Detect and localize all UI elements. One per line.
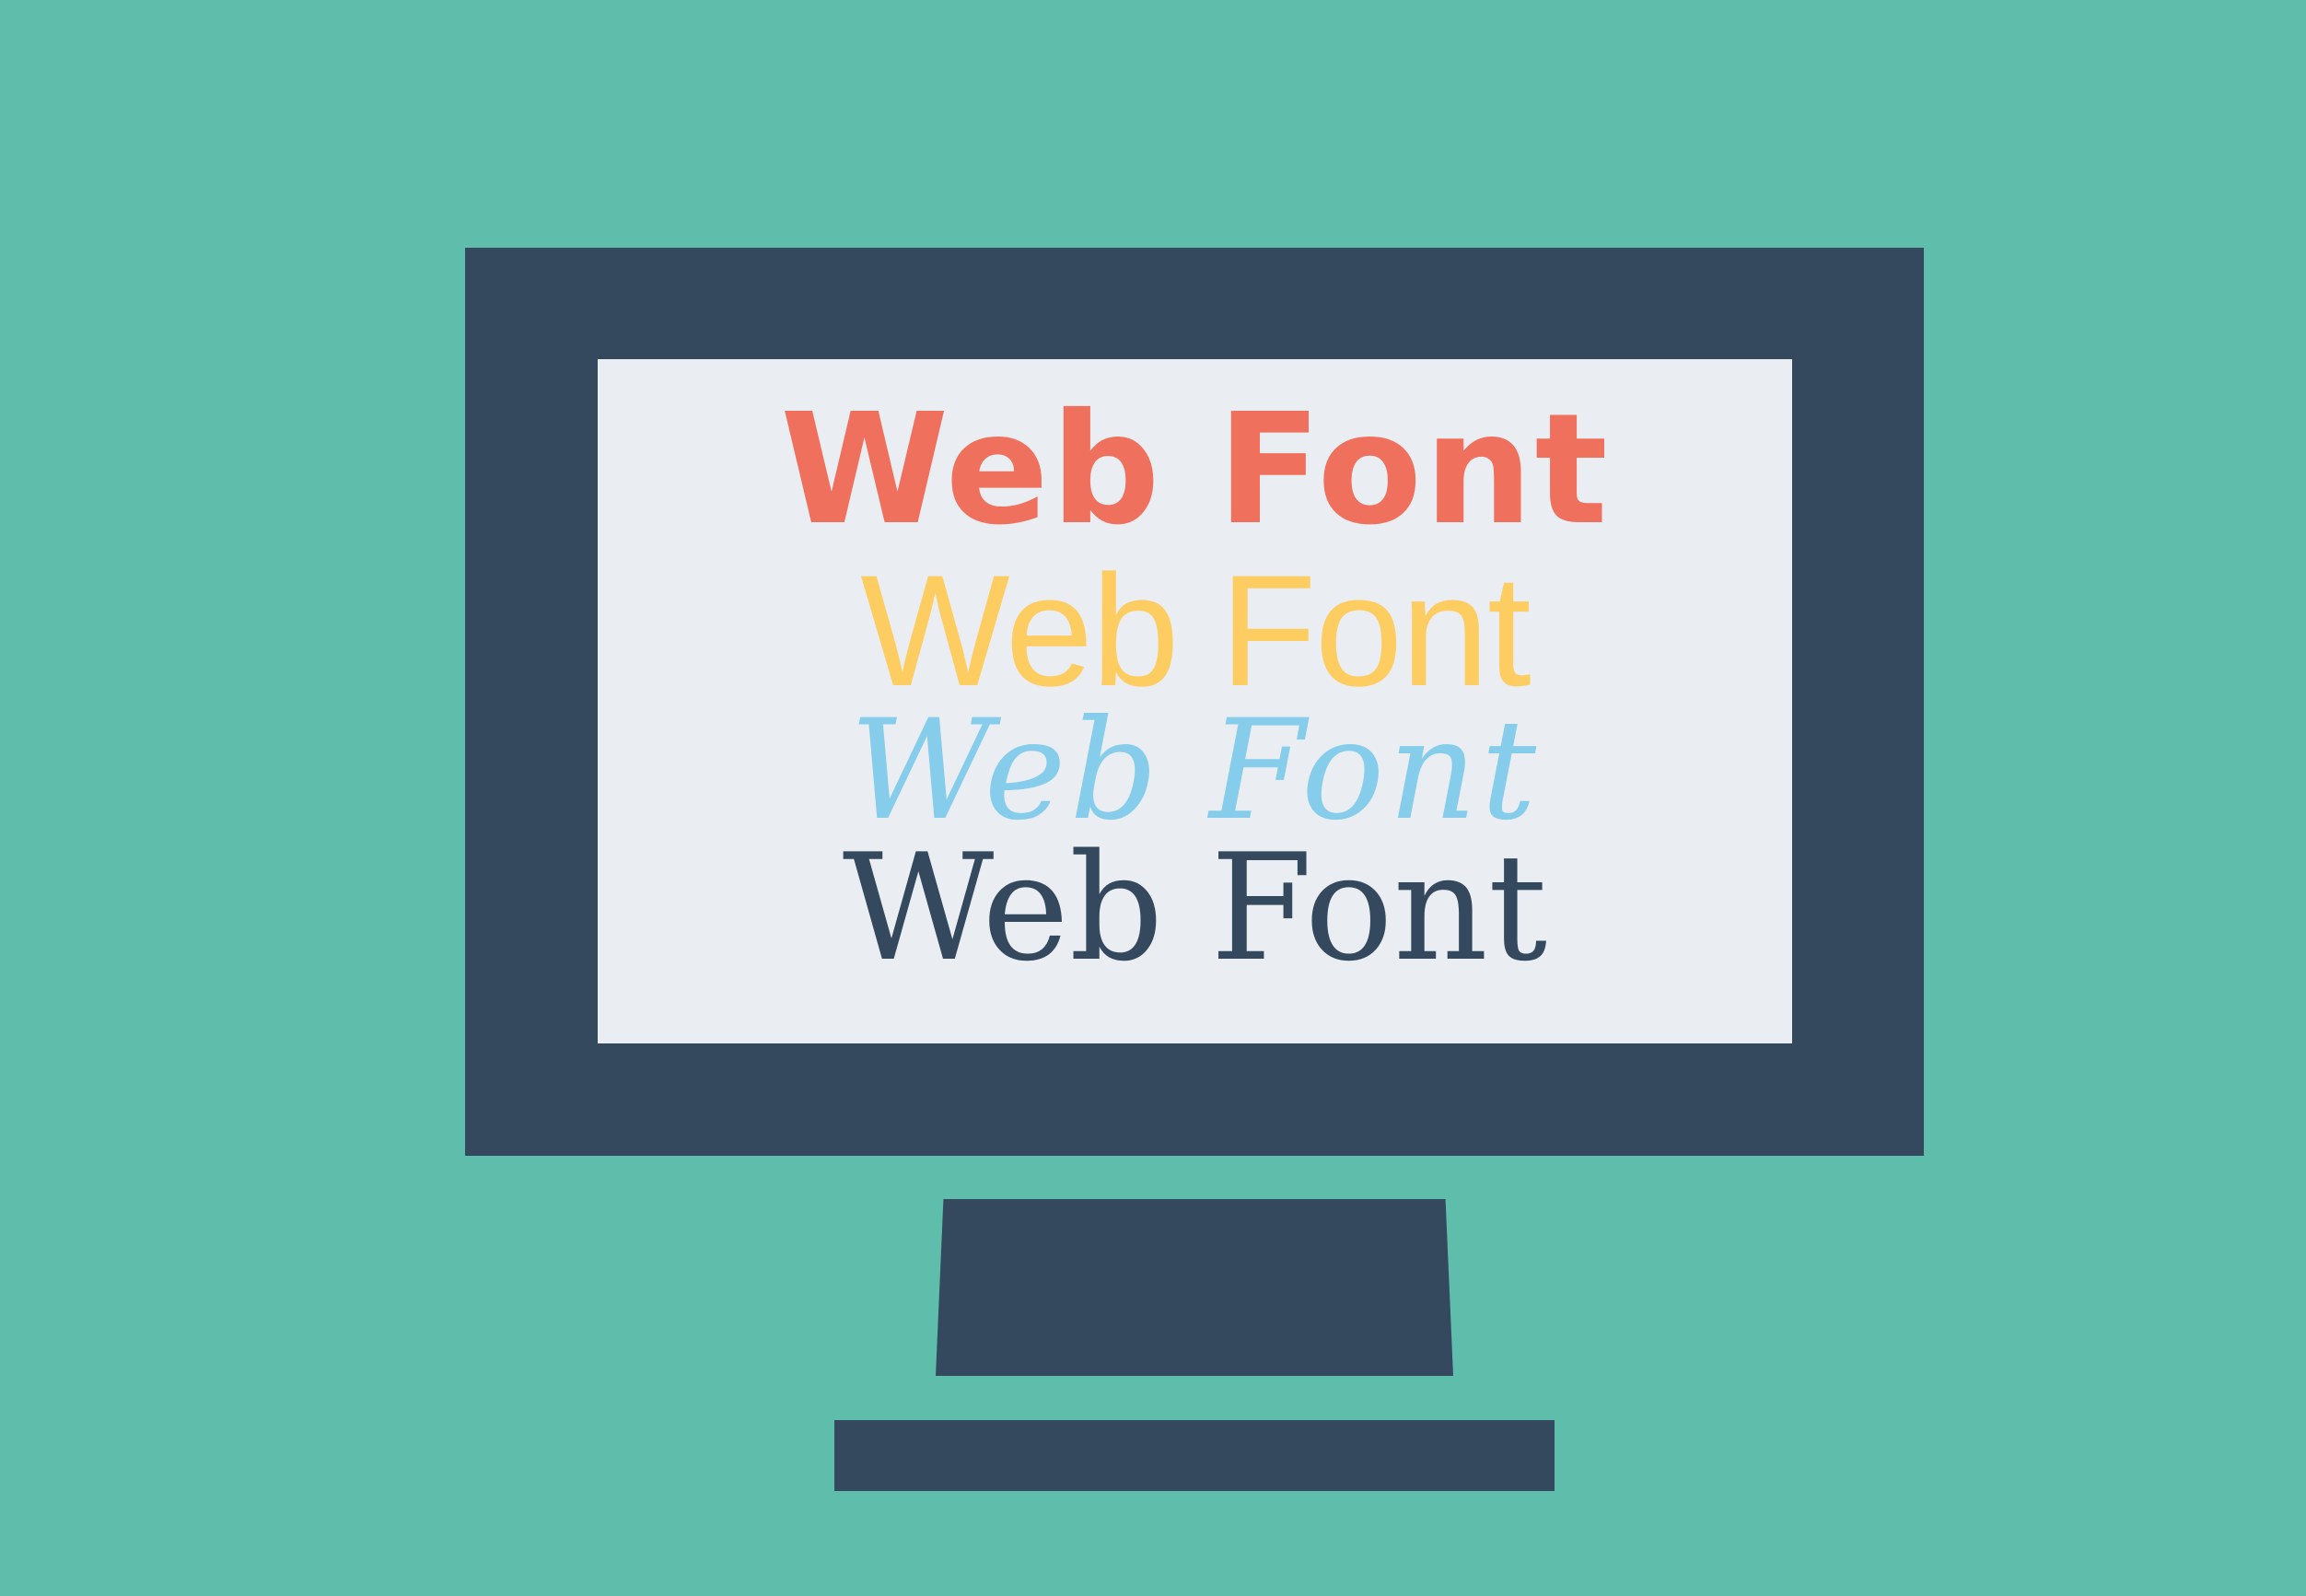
monitor-stand-neck: [936, 1199, 1453, 1376]
font-sample-serif: Web Font: [842, 821, 1548, 994]
illustration-scene: Web Font Web Font Web Font Web Font: [0, 0, 2306, 1596]
font-sample-geometric-sans: Web Font: [860, 542, 1532, 719]
font-sample-bold-sans: Web Font: [780, 381, 1610, 559]
monitor-stand-base: [834, 1420, 1555, 1491]
font-sample-handwritten: Web Font: [849, 691, 1541, 851]
